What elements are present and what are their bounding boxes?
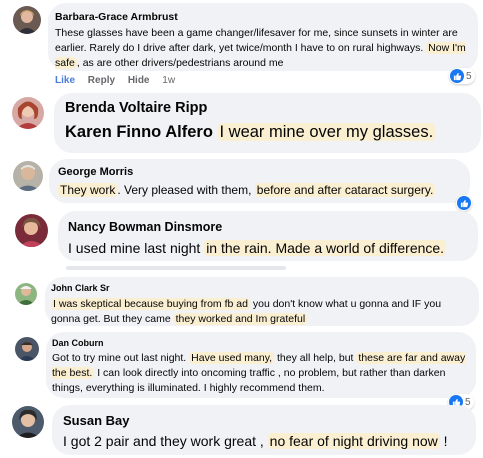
like-button[interactable]: Like: [55, 75, 75, 86]
comment-actions: Like Reply Hide 1w: [55, 75, 175, 86]
comment-text: I was skeptical because buying from fb a…: [51, 298, 442, 325]
avatar[interactable]: [15, 283, 37, 305]
commenter-name[interactable]: Barbara-Grace Armbrust: [55, 11, 468, 23]
comment-bubble: George Morris They work. Very pleased wi…: [49, 159, 470, 203]
commenter-name[interactable]: John Clark Sr: [51, 283, 479, 293]
comment-text: They work. Very pleased with them, befor…: [58, 183, 436, 197]
avatar[interactable]: [13, 161, 43, 191]
avatar[interactable]: [13, 6, 41, 34]
highlight: I was skeptical because buying from fb a…: [51, 298, 250, 310]
commenter-name[interactable]: Brenda Voltaire Ripp: [65, 100, 481, 116]
commenter-name[interactable]: Nancy Bowman Dinsmore: [68, 220, 478, 234]
highlight: They work: [58, 183, 118, 197]
reply-button[interactable]: Reply: [88, 75, 115, 86]
avatar[interactable]: [15, 214, 48, 247]
truncated-actions: [66, 266, 286, 270]
highlight: before and after cataract surgery.: [254, 183, 436, 197]
comment-text: Karen Finno Alfero I wear mine over my g…: [65, 123, 481, 142]
avatar[interactable]: [12, 97, 44, 129]
comment-bubble: Dan Coburn Got to try mine out last nigh…: [46, 332, 476, 398]
comment-text: These glasses have been a game changer/l…: [55, 27, 466, 69]
avatar[interactable]: [15, 337, 39, 361]
hide-button[interactable]: Hide: [128, 75, 150, 86]
comment-bubble: Susan Bay I got 2 pair and they work gre…: [52, 405, 476, 455]
comment-bubble: Barbara-Grace Armbrust These glasses hav…: [48, 3, 478, 71]
avatar[interactable]: [12, 406, 44, 438]
comment-bubble: Nancy Bowman Dinsmore I used mine last n…: [58, 211, 478, 261]
timestamp[interactable]: 1w: [162, 75, 175, 86]
comment-bubble: Brenda Voltaire Ripp Karen Finno Alfero …: [54, 93, 481, 153]
tagged-name[interactable]: Karen Finno Alfero: [65, 123, 213, 141]
commenter-name[interactable]: George Morris: [58, 166, 470, 178]
reaction-icon[interactable]: [456, 195, 472, 211]
highlight: no fear of night driving now: [267, 433, 440, 449]
like-thumb-icon: [457, 196, 471, 210]
highlight: Have used many,: [189, 352, 275, 364]
like-thumb-icon: [450, 69, 464, 83]
highlight: in the rain. Made a world of difference.: [204, 240, 447, 256]
highlight: they worked and Im grateful: [173, 313, 308, 325]
highlight: I wear mine over my glasses.: [217, 123, 436, 141]
comment-text: I got 2 pair and they work great , no fe…: [63, 433, 448, 449]
commenter-name[interactable]: Dan Coburn: [52, 338, 476, 348]
comment-bubble: John Clark Sr I was skeptical because bu…: [45, 277, 479, 326]
commenter-name[interactable]: Susan Bay: [63, 413, 476, 428]
comment-text: I used mine last night in the rain. Made…: [68, 240, 447, 256]
reaction-count[interactable]: 5: [449, 68, 475, 84]
comment-text: Got to try mine out last night. Have use…: [52, 352, 466, 394]
